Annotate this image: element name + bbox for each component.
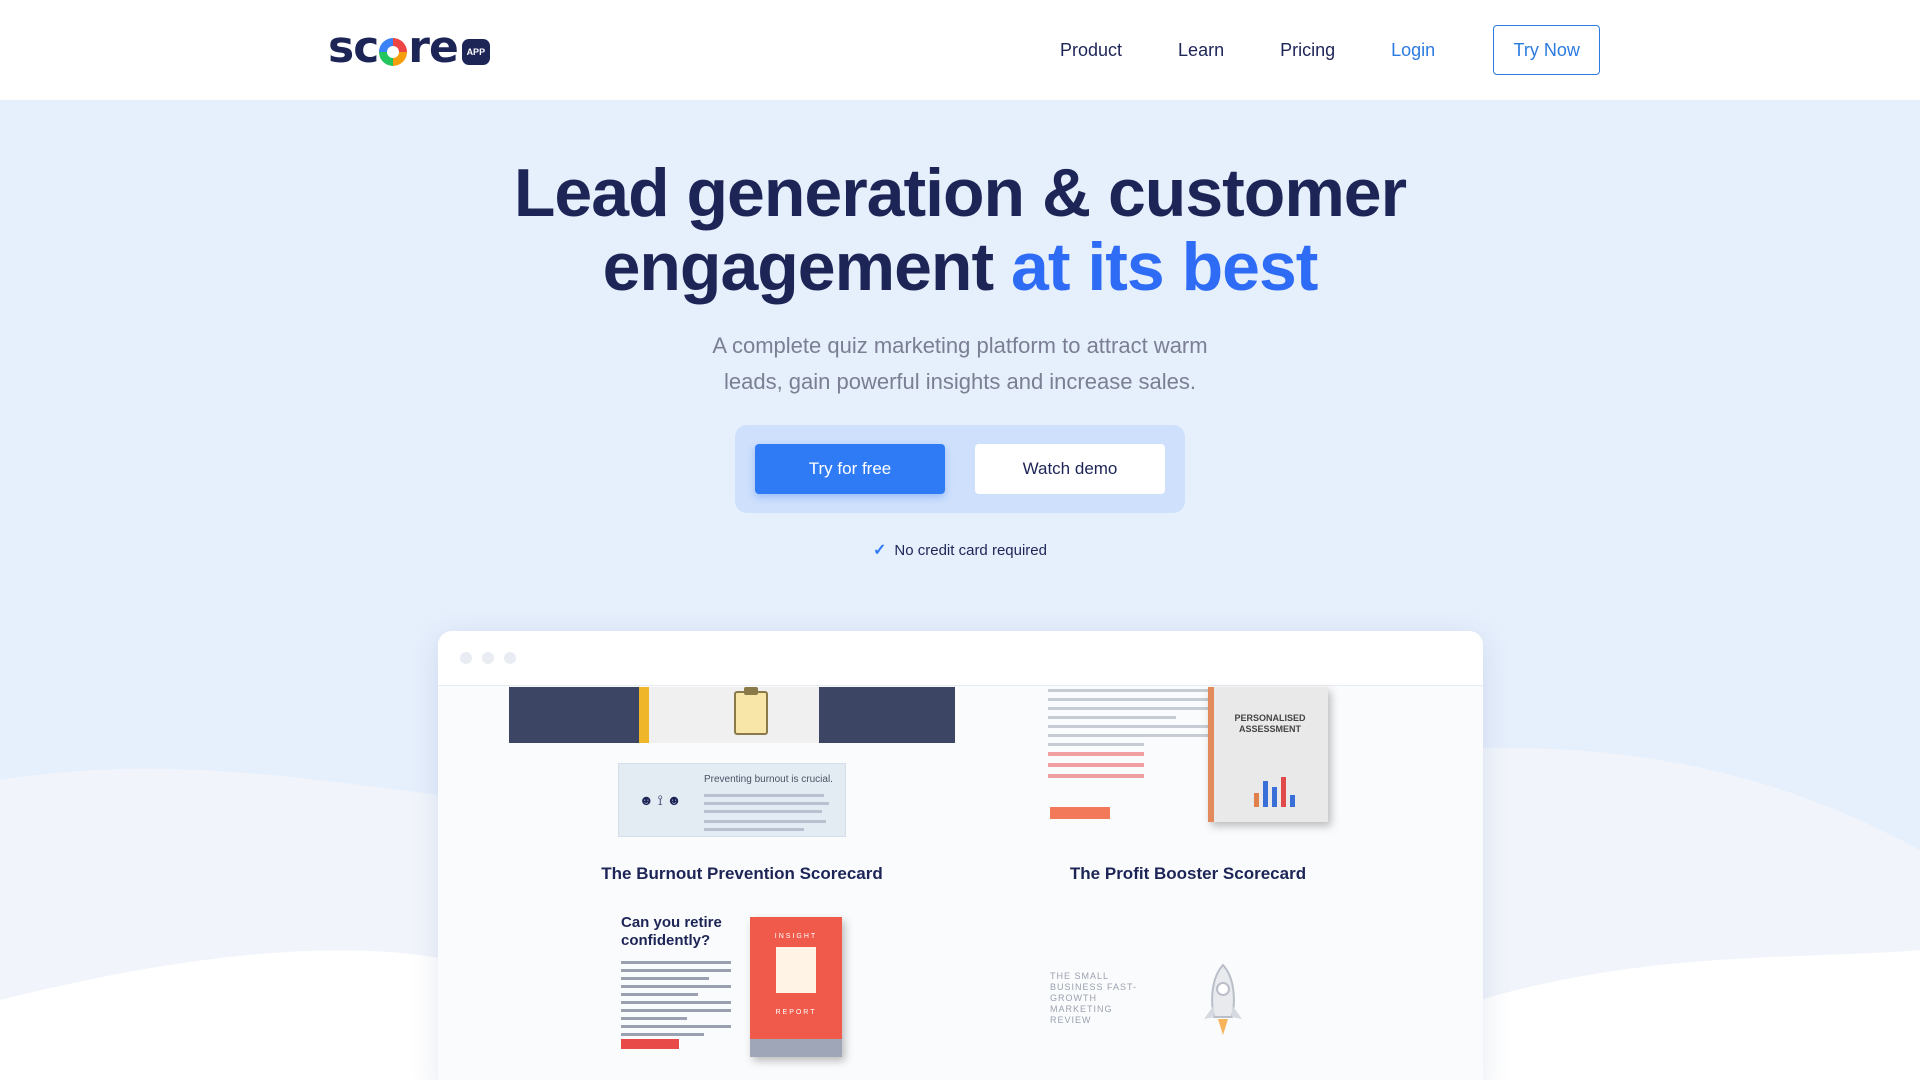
chart-illustration-icon [776,947,816,993]
logo-wordmark-left: sc [328,22,379,73]
hero-title-line1: Lead generation & customer [513,155,1407,231]
burnout-card-banner [509,687,955,743]
retire-card-text [621,961,731,1041]
funnel-faces-icon: ☻ ⟟ ☻ [639,792,682,808]
hero-title-line2: engagement [602,229,995,305]
hero-subtitle: A complete quiz marketing platform to at… [660,328,1260,400]
window-dot-icon [504,652,516,664]
note-text: No credit card required [894,541,1047,559]
checkmark-icon: ✓ [873,542,887,559]
hero-subtitle-line1: A complete quiz marketing platform to at… [712,333,1208,358]
insight-report-book: INSIGHT REPORT [750,917,842,1057]
profit-card-cta [1050,807,1110,819]
fast-growth-card-text: THE SMALL BUSINESS FAST-GROWTH MARKETING… [1050,971,1138,1025]
cta-group: Try for free Watch demo [735,425,1185,513]
profit-card-text [1048,689,1208,785]
logo-o-icon [379,38,408,66]
no-credit-card-note: ✓ No credit card required [0,540,1920,560]
rocket-icon [1204,963,1242,1035]
window-dot-icon [482,652,494,664]
retire-card-cta [621,1039,679,1049]
try-for-free-button[interactable]: Try for free [755,444,945,494]
bar-chart-icon [1254,777,1295,807]
profit-booster-scorecard-title[interactable]: The Profit Booster Scorecard [1018,864,1358,884]
hero-title: Lead generation & customer engagement at… [0,156,1920,304]
nav-login[interactable]: Login [1391,40,1435,61]
try-now-button[interactable]: Try Now [1493,25,1601,75]
burnout-doc-heading: Preventing burnout is crucial. [704,774,833,785]
nav-learn[interactable]: Learn [1178,40,1224,61]
logo-wordmark-right: re [408,22,459,73]
nav-pricing[interactable]: Pricing [1280,40,1335,61]
personalised-assessment-book: PERSONALISED ASSESSMENT [1208,687,1328,822]
burnout-scorecard-title[interactable]: The Burnout Prevention Scorecard [572,864,912,884]
burnout-card-preview: ☻ ⟟ ☻ Preventing burnout is crucial. [618,763,846,837]
window-dot-icon [460,652,472,664]
logo-app-badge: APP [461,39,490,65]
app-preview-window: ☻ ⟟ ☻ Preventing burnout is crucial. The… [438,631,1483,1080]
main-nav: Product Learn Pricing Login Try Now [1060,0,1601,100]
clipboard-icon [734,687,768,735]
window-titlebar [438,631,1483,686]
hero-subtitle-line2: leads, gain powerful insights and increa… [723,369,1197,394]
nav-product[interactable]: Product [1060,40,1122,61]
top-navbar: sc re APP Product Learn Pricing Login Tr… [0,0,1920,100]
watch-demo-button[interactable]: Watch demo [975,444,1165,494]
scoreapp-logo[interactable]: sc re APP [328,26,490,70]
retire-card-heading: Can you retire confidently? [621,914,722,949]
hero-title-accent: at its best [1011,229,1318,305]
